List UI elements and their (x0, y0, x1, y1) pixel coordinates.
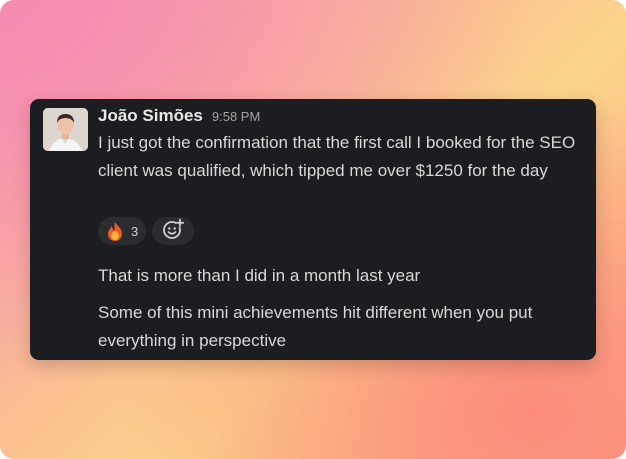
background: João Simões 9:58 PM I just got the confi… (0, 0, 626, 459)
message-text: That is more than I did in a month last … (98, 266, 421, 285)
add-emoji-icon (162, 218, 185, 245)
message-text: I just got the confirmation that the fir… (98, 133, 576, 180)
message-header: João Simões 9:58 PM (98, 106, 260, 128)
avatar-photo (43, 108, 88, 151)
timestamp[interactable]: 9:58 PM (212, 109, 260, 124)
reaction-fire[interactable]: 3 (98, 217, 147, 245)
message-text: Some of this mini achievements hit diffe… (98, 303, 533, 350)
reaction-count: 3 (131, 223, 139, 239)
message-card: João Simões 9:58 PM I just got the confi… (30, 99, 596, 360)
fire-icon (106, 221, 124, 241)
add-reaction-button[interactable] (152, 217, 195, 245)
avatar[interactable] (43, 108, 88, 151)
reactions-bar: 3 (98, 217, 195, 245)
author-name[interactable]: João Simões (98, 106, 203, 126)
